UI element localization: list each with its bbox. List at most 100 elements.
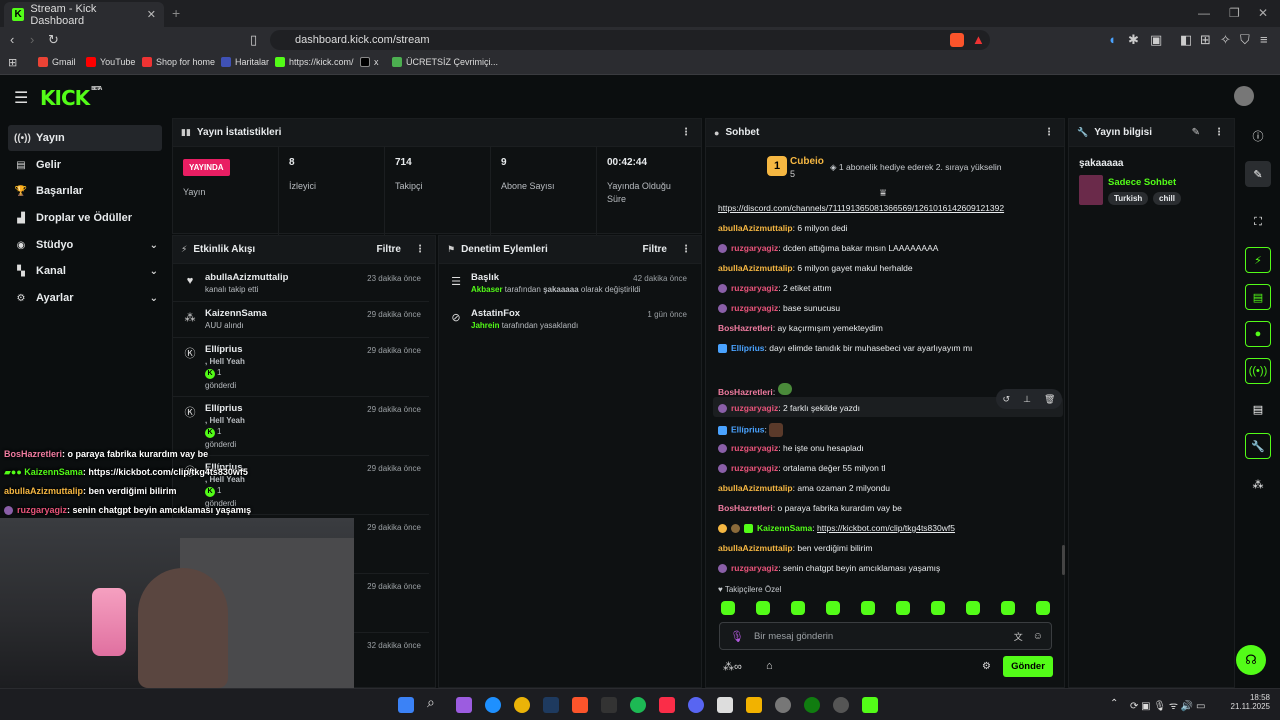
pinned-user[interactable]: Cubeio xyxy=(790,156,824,167)
chat-message[interactable]: ruzgaryagiz: ortalama değer 55 milyon tl xyxy=(718,463,886,474)
emote-icon[interactable] xyxy=(1036,601,1050,615)
more-options-icon[interactable]: ⋮ xyxy=(1214,127,1224,138)
bookmark-shop[interactable]: Shop for home xyxy=(142,57,215,67)
emote-icon[interactable] xyxy=(791,601,805,615)
emote-icon[interactable] xyxy=(861,601,875,615)
category-name[interactable]: Sadece Sohbet xyxy=(1108,177,1176,188)
chat-message[interactable]: ruzgaryagiz: base sunucusu xyxy=(718,303,840,314)
sidebar-item-studyo[interactable]: ◉ Stüdyo ⌄ xyxy=(8,232,162,258)
document-icon[interactable]: ▤ xyxy=(1245,284,1271,310)
chat-message[interactable]: BosHazretleri: xyxy=(718,383,792,397)
chat-username[interactable]: KaizennSama xyxy=(757,523,812,533)
chat-username[interactable]: BosHazretleri xyxy=(718,503,773,513)
chat-message[interactable]: abullaAzizmuttalip: ama ozaman 2 milyond… xyxy=(718,483,890,493)
menu-icon[interactable]: ≡ xyxy=(1260,32,1268,47)
filter-button[interactable]: Filtre xyxy=(643,244,667,255)
activity-item[interactable]: Ⓚ Ellíprius, Hell Yeah K 1 gönderdi 29 dakika… xyxy=(173,338,429,397)
wallet-icon[interactable]: ▣ xyxy=(1150,32,1162,48)
chat-message[interactable]: Ellíprius: dayı elimde tanıdık bir muhas… xyxy=(718,343,972,354)
obs-icon[interactable] xyxy=(833,697,849,713)
more-options-icon[interactable]: ⋮ xyxy=(681,127,691,138)
chat-link[interactable]: https://discord.com/channels/71119136508… xyxy=(718,203,1004,213)
support-icon[interactable]: ☊ xyxy=(1236,645,1266,675)
chat-message[interactable]: ruzgaryagiz: senin chatgpt beyin amcıkla… xyxy=(718,563,940,574)
category-thumbnail[interactable] xyxy=(1079,175,1103,205)
discord-icon[interactable] xyxy=(688,697,704,713)
snipping-icon[interactable] xyxy=(717,697,733,713)
tag[interactable]: Turkish xyxy=(1108,192,1149,205)
chat-username[interactable]: ruzgaryagiz xyxy=(731,443,778,453)
chat-message[interactable]: ruzgaryagiz: dcden attığıma bakar mısın … xyxy=(718,243,938,254)
url-field[interactable]: dashboard.kick.com/stream xyxy=(270,30,990,50)
bookmark-gmail[interactable]: Gmail xyxy=(38,57,76,67)
chat-username[interactable]: ruzgaryagiz xyxy=(731,463,778,473)
delete-icon[interactable]: 🗑 xyxy=(1044,394,1055,405)
reply-icon[interactable]: ↺ xyxy=(1003,394,1011,405)
more-options-icon[interactable]: ⋮ xyxy=(415,244,425,255)
bookmark-x[interactable]: x xyxy=(360,57,379,67)
settings-icon[interactable] xyxy=(775,697,791,713)
sidebar-item-basarilar[interactable]: 🏆 Başarılar xyxy=(8,178,162,204)
chat-username[interactable]: ruzgaryagiz xyxy=(731,243,778,253)
brave-shield-icon[interactable] xyxy=(950,33,964,47)
sidebar-item-kanal[interactable]: ▚ Kanal ⌄ xyxy=(8,258,162,284)
windows-start-icon[interactable] xyxy=(398,697,414,713)
chat-username[interactable]: abullaAzizmuttalip xyxy=(718,223,793,233)
filter-button[interactable]: Filtre xyxy=(377,244,401,255)
brave-rewards-icon[interactable]: ▲ xyxy=(972,32,985,47)
chat-username[interactable]: abullaAzizmuttalip xyxy=(718,483,793,493)
store-icon[interactable]: ⌂ xyxy=(766,660,773,672)
lightning-icon[interactable]: ⚡ xyxy=(1245,247,1271,273)
more-options-icon[interactable]: ⋮ xyxy=(1044,127,1054,138)
layout-icon[interactable]: ▤ xyxy=(1245,396,1271,422)
chat-input[interactable]: 🎙 Bir mesaj gönderin 文 ☺ xyxy=(719,622,1052,650)
chat-username[interactable]: Ellíprius xyxy=(731,343,765,353)
hamburger-menu-icon[interactable]: ☰ xyxy=(14,88,28,108)
ai-icon[interactable]: ✧ xyxy=(1220,32,1231,48)
new-tab-icon[interactable]: + xyxy=(172,5,180,21)
brave-icon[interactable] xyxy=(572,697,588,713)
leo-icon[interactable]: ⊞ xyxy=(1200,32,1211,48)
translate-icon[interactable]: 文 xyxy=(1014,630,1023,643)
moderation-item[interactable]: ☰ Başlık Akbaser tarafından şakaaaaa olara… xyxy=(439,266,695,302)
chat-message[interactable]: abullaAzizmuttalip: 6 milyon dedi xyxy=(718,223,847,233)
emote-icon[interactable] xyxy=(756,601,770,615)
kick-app-icon[interactable] xyxy=(862,697,878,713)
bookmark-youtube[interactable]: YouTube xyxy=(86,57,135,67)
chat-message[interactable]: abullaAzizmuttalip: ben verdiğimi biliri… xyxy=(718,543,872,553)
edge-icon[interactable] xyxy=(485,697,501,713)
send-button[interactable]: Gönder xyxy=(1003,656,1053,677)
bookmark-kick[interactable]: https://kick.com/ xyxy=(275,57,354,67)
sidebar-toggle-icon[interactable]: ◧ xyxy=(1180,32,1192,48)
chat-bubble-icon[interactable]: ● xyxy=(1245,321,1271,347)
epic-games-icon[interactable] xyxy=(601,697,617,713)
kick-logo[interactable]: KICK BETA xyxy=(40,86,102,110)
sidebar-item-droplar[interactable]: ▟ Droplar ve Ödüller xyxy=(8,205,162,231)
moderation-item[interactable]: ⊘ AstatinFox Jahrein tarafından yasaklandı… xyxy=(439,302,695,338)
chat-message[interactable]: ruzgaryagiz: 2 farklı şekilde yazdı xyxy=(718,403,860,414)
chat-message[interactable]: abullaAzizmuttalip: 6 milyon gayet makul… xyxy=(718,263,913,273)
bookmark-maps[interactable]: Haritalar xyxy=(221,57,269,67)
chat-username[interactable]: ruzgaryagiz xyxy=(731,403,778,413)
close-window-icon[interactable]: ✕ xyxy=(1258,6,1268,20)
vpn-icon[interactable]: ⛉ xyxy=(1240,32,1250,48)
chat-username[interactable]: Ellíprius xyxy=(731,424,765,434)
chrome-icon[interactable] xyxy=(514,697,530,713)
tray-icons[interactable]: ⟳ ▣ 🎙 ᯤ 🔊 ▭ xyxy=(1130,698,1205,712)
chat-message[interactable]: BosHazretleri: ay kaçırmışım yemekteydim xyxy=(718,323,883,333)
maximize-icon[interactable]: ❐ xyxy=(1229,6,1240,20)
activity-item[interactable]: ⁂ KaizennSama AUU alındı 29 dakika önce xyxy=(173,302,429,338)
bookmark-icon[interactable]: ▯ xyxy=(250,32,257,48)
chat-username[interactable]: abullaAzizmuttalip xyxy=(718,263,793,273)
chat-message[interactable]: Ellíprius: xyxy=(718,423,784,437)
extensions-icon[interactable]: ✱ xyxy=(1128,32,1139,48)
points-icon[interactable]: ⁂∞ xyxy=(723,660,742,673)
chat-username[interactable]: ruzgaryagiz xyxy=(731,563,778,573)
activity-item[interactable]: ♥ abullaAzizmuttalip kanalı takip etti 23 d… xyxy=(173,266,429,302)
reload-icon[interactable]: ↻ xyxy=(48,32,59,48)
settings-icon[interactable]: ⚙ xyxy=(982,661,991,672)
chat-username[interactable]: abullaAzizmuttalip xyxy=(718,543,793,553)
tag[interactable]: chill xyxy=(1153,192,1182,205)
chat-username[interactable]: BosHazretleri xyxy=(718,323,773,333)
chat-username[interactable]: BosHazretleri xyxy=(718,387,773,397)
